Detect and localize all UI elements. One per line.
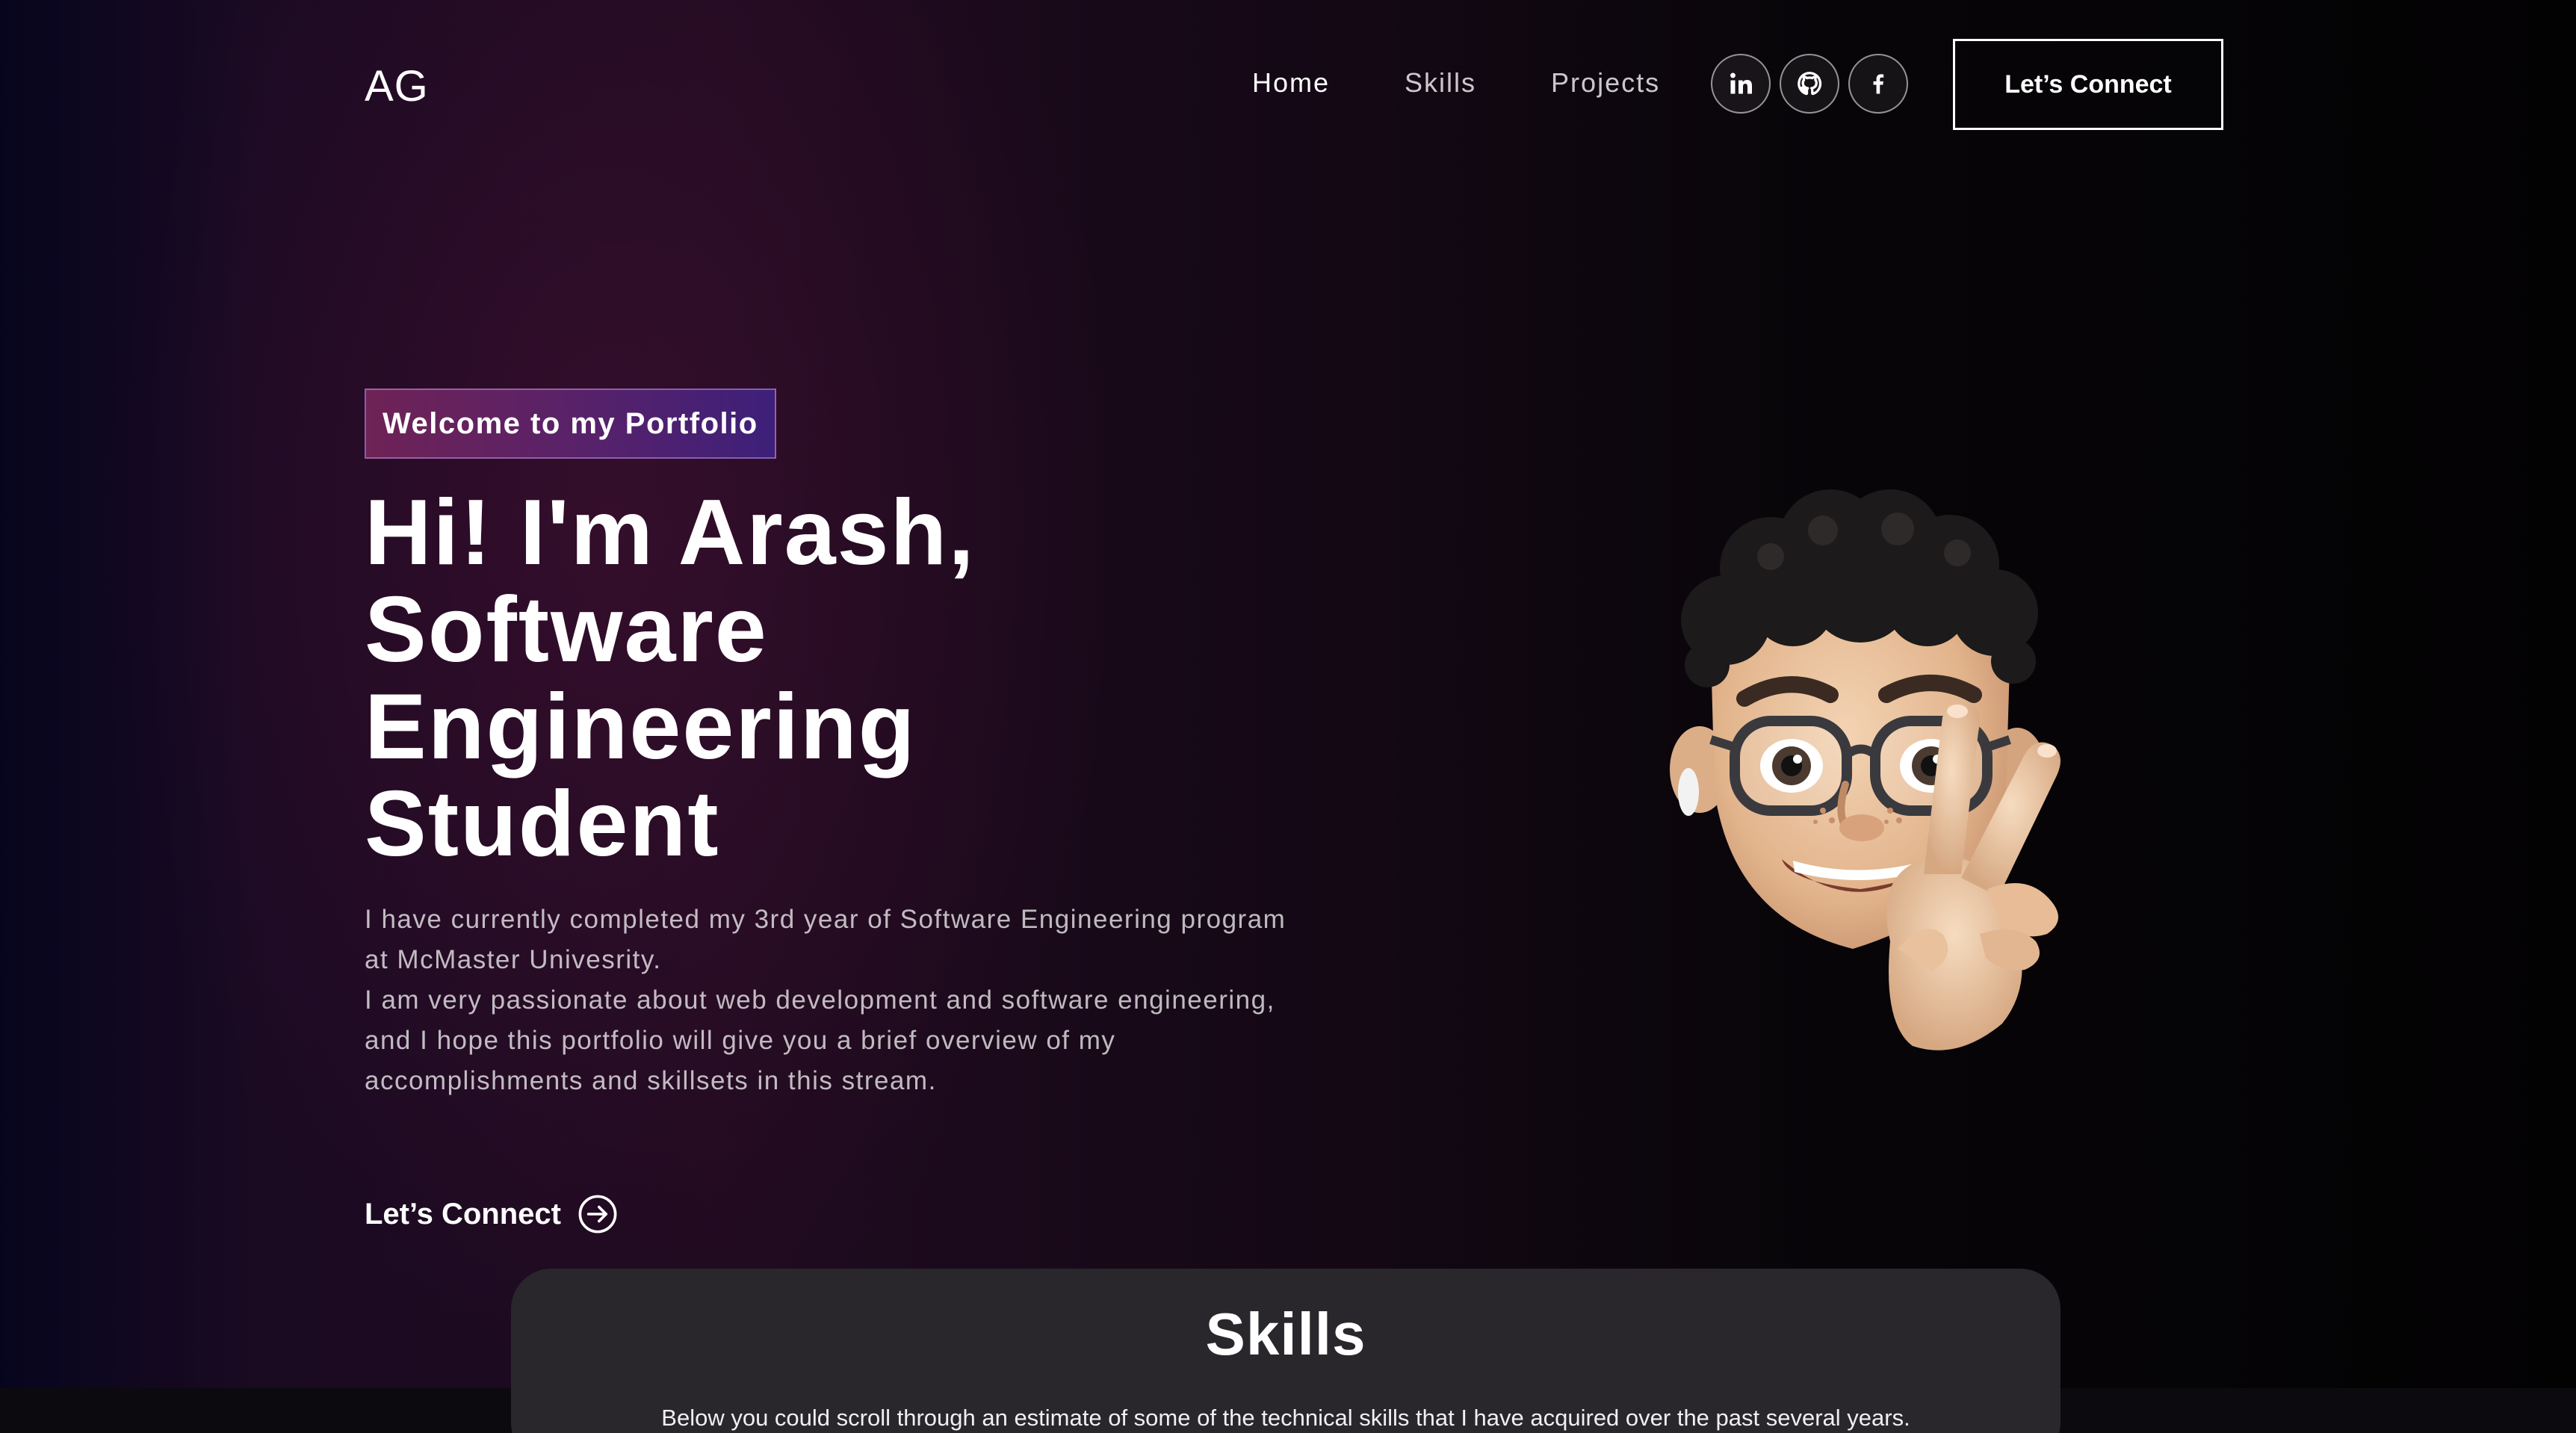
- linkedin-icon: [1730, 72, 1752, 94]
- nav-links: Home Skills Projects: [1252, 67, 1735, 99]
- skills-title: Skills: [1205, 1301, 1366, 1367]
- skills-card: Skills Below you could scroll through an…: [511, 1269, 2061, 1433]
- site-logo[interactable]: AG: [365, 61, 429, 111]
- skills-description: Below you could scroll through an estima…: [661, 1405, 1910, 1431]
- hero-connect-label: Let’s Connect: [365, 1197, 561, 1231]
- memoji-avatar-image: [1670, 489, 2061, 1050]
- headline-line: Engineering: [365, 675, 917, 779]
- headline-line: Software: [365, 578, 768, 681]
- hero-connect-link[interactable]: Let’s Connect: [365, 1194, 618, 1234]
- lets-connect-button[interactable]: Let’s Connect: [1953, 39, 2223, 130]
- headline-line: Student: [365, 773, 720, 876]
- facebook-icon: [1873, 74, 1884, 94]
- bio-paragraph: I am very passionate about web developme…: [365, 985, 1275, 1095]
- github-icon: [1798, 72, 1822, 96]
- hero-bio: I have currently completed my 3rd year o…: [365, 900, 1306, 1101]
- linkedin-link[interactable]: [1711, 54, 1771, 114]
- bio-paragraph: I have currently completed my 3rd year o…: [365, 905, 1287, 974]
- github-link[interactable]: [1780, 54, 1839, 114]
- arrow-right-circle-icon: [578, 1195, 617, 1234]
- facebook-link[interactable]: [1848, 54, 1908, 114]
- headline-line: Hi! I'm Arash,: [365, 481, 976, 584]
- portfolio-page: AG Home Skills Projects Let’s Connect We…: [0, 0, 2576, 1433]
- nav-link-home[interactable]: Home: [1252, 67, 1330, 99]
- nav-link-skills[interactable]: Skills: [1405, 67, 1476, 99]
- nav-link-projects[interactable]: Projects: [1551, 67, 1660, 99]
- hero-headline: Hi! I'm Arash, Software Engineering Stud…: [365, 484, 1336, 873]
- welcome-tagline: Welcome to my Portfolio: [365, 389, 776, 459]
- social-links: [1711, 54, 1908, 114]
